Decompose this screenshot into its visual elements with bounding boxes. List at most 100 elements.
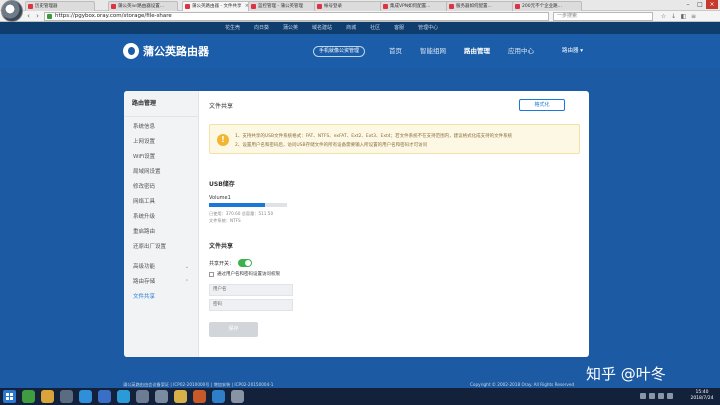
windows-logo-icon	[6, 393, 13, 400]
url-input[interactable]: https://pgybox.oray.com/storage/file-sha…	[44, 12, 549, 21]
page-title: 文件共享	[209, 103, 234, 110]
topstrip-link[interactable]: 商城	[346, 22, 356, 34]
topstrip-link[interactable]: 蒲公英	[283, 22, 298, 34]
browser-logo-icon[interactable]	[1, 0, 23, 22]
app-icon[interactable]	[174, 390, 187, 403]
save-button[interactable]: 保存	[209, 322, 258, 337]
download-icon[interactable]: ↓	[670, 13, 677, 20]
notice-box: ! 1、支持共享的USB文件系统格式：FAT、NTFS、exFAT、Ext2、E…	[209, 124, 580, 154]
sidebar-item-password[interactable]: 修改密码	[124, 180, 198, 195]
warning-icon: !	[217, 134, 229, 146]
nav-app-center[interactable]: 应用中心	[499, 34, 543, 68]
router-dropdown[interactable]: 路由器 ▾	[562, 46, 583, 56]
app-icon[interactable]	[79, 390, 92, 403]
topstrip-link[interactable]: 向日葵	[254, 22, 269, 34]
menu-icon[interactable]: ≡	[690, 13, 697, 20]
app-icon[interactable]	[98, 390, 111, 403]
app-icon[interactable]	[155, 390, 168, 403]
topstrip-link[interactable]: 管理中心	[418, 22, 438, 34]
sidebar-item-internet[interactable]: 上网设置	[124, 135, 198, 150]
password-field[interactable]: 密码	[209, 299, 293, 311]
brand[interactable]: 蒲公英路由器	[123, 43, 209, 59]
share-toggle-row: 共享开关：	[209, 259, 253, 267]
site-top-strip: 花生壳 向日葵 蒲公英 域名建站 商城 社区 客服 管理中心	[0, 22, 720, 34]
app-icon[interactable]	[60, 390, 73, 403]
volume-name: Volume1	[209, 195, 231, 201]
topstrip-link[interactable]: 域名建站	[312, 22, 332, 34]
app-icon[interactable]	[193, 390, 206, 403]
browser-tab[interactable]: 服务器如何配置...	[446, 1, 516, 11]
chevron-up-icon: ⌃	[184, 279, 189, 285]
format-button[interactable]: 格式化	[519, 99, 565, 111]
taskbar: 15:40 2018/7/24	[0, 388, 720, 405]
auth-checkbox-row: 通过用户名和密码设置访问权限	[209, 271, 280, 277]
close-icon[interactable]: ×	[706, 0, 718, 9]
sidebar-item-reboot[interactable]: 重启路由	[124, 225, 198, 240]
tab-favicon-icon	[515, 4, 520, 9]
taskbar-apps	[22, 390, 244, 403]
topstrip-link[interactable]: 客服	[394, 22, 404, 34]
toolbar-icons: ☆ ↓ ◧ ≡	[660, 13, 697, 20]
sidebar-group-storage[interactable]: 路由存储 ⌃	[124, 275, 198, 290]
folder-icon[interactable]	[41, 390, 54, 403]
address-bar-row: ‹ › https://pgybox.oray.com/storage/file…	[0, 11, 720, 22]
app-icon[interactable]	[212, 390, 225, 403]
extension-icon[interactable]: ◧	[680, 13, 687, 20]
window-controls: – □ ×	[682, 0, 718, 9]
nav-router-manage[interactable]: 路由管理	[455, 34, 499, 68]
app-icon[interactable]	[22, 390, 35, 403]
back-icon[interactable]: ‹	[24, 12, 33, 21]
network-icon[interactable]	[658, 393, 664, 399]
share-toggle[interactable]	[238, 259, 253, 267]
auth-checkbox[interactable]	[209, 271, 214, 277]
tab-favicon-icon	[449, 4, 454, 9]
browser-tab[interactable]: 200元不个企业路...	[512, 1, 582, 11]
sidebar-item-wifi[interactable]: WiFi设置	[124, 150, 198, 165]
start-button[interactable]	[3, 390, 16, 403]
sidebar-item-upgrade[interactable]: 系统升级	[124, 210, 198, 225]
share-section-title: 文件共享	[209, 243, 234, 250]
browser-tab[interactable]: 历史管理器	[25, 1, 95, 11]
username-field[interactable]: 用户名	[209, 284, 293, 296]
sidebar-item-system-info[interactable]: 系统信息	[124, 120, 198, 135]
browser-search-input[interactable]: 一步搜索	[553, 12, 653, 21]
sidebar-title: 路由管理	[124, 91, 198, 117]
tab-favicon-icon	[28, 4, 33, 9]
volume-icon[interactable]	[667, 393, 673, 399]
browser-tab-active[interactable]: 蒲公英路由器 - 文件共享 ×	[182, 1, 252, 11]
sidebar-item-lan[interactable]: 局域网设置	[124, 165, 198, 180]
system-tray	[640, 393, 673, 399]
minimize-icon[interactable]: –	[682, 0, 694, 9]
forward-icon[interactable]: ›	[33, 12, 42, 21]
filesystem-text: 文件系统：NTFS	[209, 218, 241, 223]
bookmark-icon[interactable]: ☆	[660, 13, 667, 20]
share-toggle-label: 共享开关：	[209, 260, 235, 267]
browser-tab[interactable]: 集成VPN如何配置...	[380, 1, 450, 11]
usage-progress-fill	[209, 203, 266, 207]
sidebar-group-advanced[interactable]: 高级功能 ⌄	[124, 260, 198, 275]
app-icon[interactable]	[136, 390, 149, 403]
browser-tab[interactable]: 帐号登录	[314, 1, 384, 11]
maximize-icon[interactable]: □	[694, 0, 706, 9]
nav-home[interactable]: 首页	[380, 34, 411, 68]
tab-favicon-icon	[251, 4, 256, 9]
tab-favicon-icon	[383, 4, 388, 9]
tray-icon[interactable]	[649, 393, 655, 399]
tab-favicon-icon	[111, 4, 116, 9]
taskbar-clock[interactable]: 15:40 2018/7/24	[687, 390, 717, 402]
browser-tab[interactable]: 蒲公英ivr路由器设置...	[108, 1, 178, 11]
app-icon[interactable]	[117, 390, 130, 403]
content-area: 文件共享 格式化 ! 1、支持共享的USB文件系统格式：FAT、NTFS、exF…	[209, 91, 580, 357]
nav-networking[interactable]: 智能组网	[411, 34, 455, 68]
topstrip-link[interactable]: 社区	[370, 22, 380, 34]
browser-tab[interactable]: 蓝控管理 - 蒲公英管理	[248, 1, 318, 11]
sidebar-item-network-tools[interactable]: 网络工具	[124, 195, 198, 210]
tray-icon[interactable]	[640, 393, 646, 399]
usb-section-title: USB储存	[209, 181, 235, 188]
mobile-manage-button[interactable]: 手机就像公资管理	[313, 46, 366, 57]
topstrip-link[interactable]: 花生壳	[225, 22, 240, 34]
browser-tabbar: 历史管理器 蒲公英ivr路由器设置... 蒲公英路由器 - 文件共享 × 蓝控管理…	[0, 0, 720, 22]
sidebar-item-file-share[interactable]: 文件共享	[124, 290, 198, 305]
app-icon[interactable]	[231, 390, 244, 403]
sidebar-item-factory-reset[interactable]: 还原出厂设置	[124, 240, 198, 255]
